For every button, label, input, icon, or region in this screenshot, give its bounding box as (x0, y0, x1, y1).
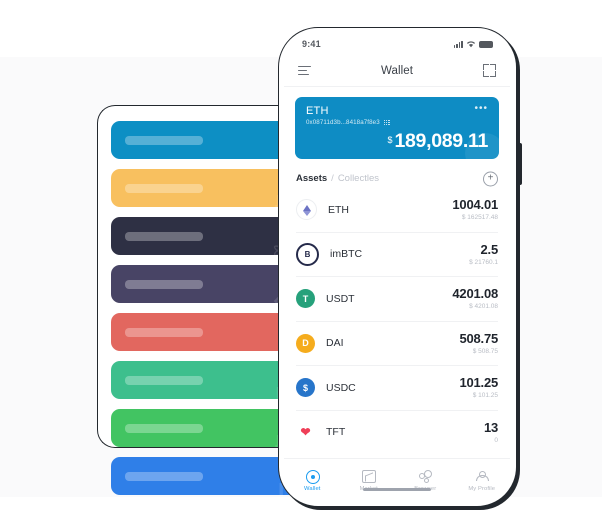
status-bar: 9:41 (284, 33, 510, 55)
wallet-address-row[interactable]: 0x08711d3b...8418a7f8e3 (306, 119, 488, 126)
asset-list: ETH 1004.01 $ 162517.48 BimBTC 2.5 $ 21760.1 T… (296, 188, 498, 458)
usdc-token-icon: $ (296, 378, 315, 398)
wallet-icon (305, 470, 320, 484)
wireframe-card-eth[interactable]: ♦ (111, 121, 306, 159)
asset-amount: 101.25 (459, 375, 498, 391)
placeholder-bar (125, 423, 203, 433)
asset-row[interactable]: ETH 1004.01 $ 162517.48 (296, 188, 498, 232)
placeholder-bar (125, 375, 203, 385)
asset-name: TFT (326, 426, 346, 439)
wallet-symbol: ETH (306, 105, 329, 117)
asset-values: 2.5 $ 21760.1 (469, 241, 499, 266)
eth-token-icon (296, 199, 317, 221)
asset-values: 1004.01 $ 162517.48 (452, 197, 498, 222)
wireframe-card-bch[interactable]: Ƀ (111, 409, 306, 447)
content-scroll-area: ETH 0x08711d3b...8418a7f8e3 ••• $ 189,08… (284, 87, 510, 458)
placeholder-bar (125, 471, 203, 481)
asset-amount: 2.5 (480, 241, 499, 257)
balance-amount: 189,089.11 (394, 129, 488, 152)
wallet-total-balance: $ 189,089.11 (387, 129, 488, 152)
asset-fiat-value: $ 4201.08 (469, 303, 498, 311)
placeholder-bar (125, 231, 203, 241)
phone-frame: 9:41 Wallet ETH 0x08711d3b...8418a7f8e3 … (278, 27, 517, 507)
wireframe-card-list: ♦Ƀ⚛◈△NɃL (111, 121, 306, 495)
qr-scan-icon[interactable] (483, 64, 496, 77)
asset-name: USDC (326, 381, 356, 394)
wireframe-card-stack-panel: ♦Ƀ⚛◈△NɃL (97, 105, 306, 495)
page-title: Wallet (380, 64, 414, 77)
card-more-button[interactable]: ••• (474, 104, 488, 114)
asset-values: 13 0 (483, 419, 498, 444)
asset-fiat-value: $ 101.25 (472, 392, 498, 400)
dai-token-icon: D (296, 333, 315, 353)
profile-icon (475, 470, 490, 483)
tab-separator: / (331, 173, 334, 184)
placeholder-bar (125, 327, 203, 337)
qr-code-icon[interactable] (383, 119, 390, 126)
tab-collectibles[interactable]: Collectles (338, 173, 379, 184)
asset-fiat-value: $ 162517.48 (461, 214, 498, 222)
asset-amount: 4201.08 (452, 286, 498, 302)
asset-values: 4201.08 $ 4201.08 (452, 286, 498, 311)
tab-assets[interactable]: Assets (296, 173, 327, 184)
asset-amount: 1004.01 (452, 197, 498, 213)
tft-token-icon: ❤ (296, 422, 315, 442)
wireframe-card-eos[interactable]: ◈ (111, 265, 306, 303)
status-bar-time: 9:41 (302, 39, 321, 49)
bottom-navigation: WalletMarketBrowserMy Profile (284, 458, 510, 500)
wifi-icon (466, 41, 476, 48)
asset-row[interactable]: D DAI 508.75 $ 508.75 (296, 320, 498, 366)
screenshot-stage: ♦Ƀ⚛◈△NɃL 9:41 Wallet (0, 0, 602, 532)
asset-amount: 508.75 (459, 330, 498, 346)
nav-item-my-profile[interactable]: My Profile (454, 470, 511, 492)
assets-tabs: Assets / Collectles + (296, 171, 498, 186)
phone-power-button[interactable] (518, 143, 522, 185)
asset-name: USDT (326, 292, 355, 305)
asset-values: 508.75 $ 508.75 (459, 330, 498, 355)
nav-label: My Profile (468, 486, 496, 492)
imbtc-token-icon: B (296, 242, 319, 266)
hamburger-menu-icon[interactable] (298, 65, 311, 76)
placeholder-bar (125, 135, 203, 145)
asset-values: 101.25 $ 101.25 (459, 375, 498, 400)
wallet-address: 0x08711d3b...8418a7f8e3 (306, 119, 380, 126)
status-bar-indicators (453, 40, 493, 48)
asset-row[interactable]: BimBTC 2.5 $ 21760.1 (296, 231, 499, 277)
cellular-signal-icon (453, 40, 463, 48)
asset-amount: 13 (483, 419, 498, 435)
asset-fiat-value: 0 (494, 436, 498, 444)
wallet-balance-card[interactable]: ETH 0x08711d3b...8418a7f8e3 ••• $ 189,08… (295, 97, 499, 159)
placeholder-bar (125, 183, 203, 193)
phone-screen: 9:41 Wallet ETH 0x08711d3b...8418a7f8e3 … (284, 33, 510, 500)
placeholder-bar (125, 279, 203, 289)
asset-name: imBTC (330, 248, 363, 261)
asset-fiat-value: $ 508.75 (472, 347, 498, 355)
asset-name: DAI (326, 337, 344, 350)
market-icon (362, 470, 377, 483)
wireframe-card-btc[interactable]: Ƀ (111, 169, 306, 207)
wireframe-card-ltc[interactable]: L (111, 457, 306, 495)
asset-fiat-value: $ 21760.1 (469, 258, 498, 266)
asset-row[interactable]: $ USDC 101.25 $ 101.25 (296, 365, 498, 410)
wireframe-card-trx[interactable]: △ (111, 313, 306, 351)
wireframe-card-nas[interactable]: N (111, 361, 306, 399)
nav-label: Wallet (304, 486, 321, 492)
asset-name: ETH (328, 203, 349, 216)
currency-symbol: $ (387, 134, 393, 145)
wireframe-card-atom[interactable]: ⚛ (111, 217, 306, 255)
browser-icon (418, 470, 432, 483)
nav-item-wallet[interactable]: Wallet (284, 470, 341, 492)
app-header: Wallet (284, 55, 510, 87)
home-indicator (363, 487, 431, 491)
asset-row[interactable]: ❤ TFT 13 0 (296, 409, 498, 455)
battery-icon (479, 41, 493, 48)
usdt-token-icon: T (296, 289, 315, 309)
asset-row[interactable]: T USDT 4201.08 $ 4201.08 (296, 276, 498, 321)
add-token-button[interactable]: + (483, 171, 498, 186)
